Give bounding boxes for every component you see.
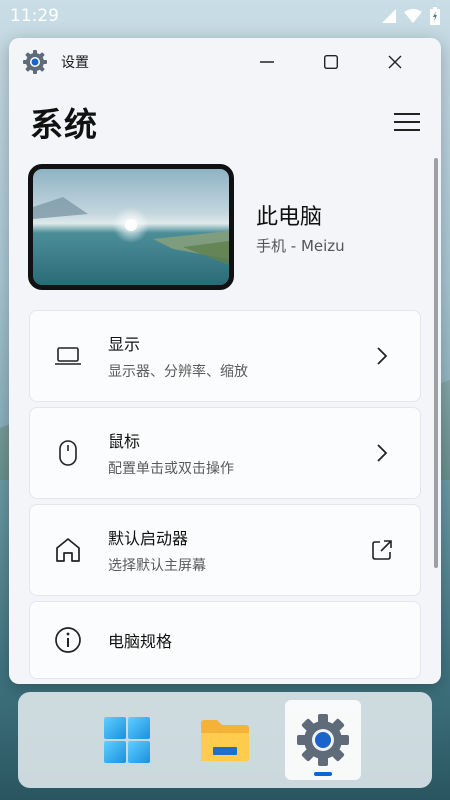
chevron-right-icon bbox=[368, 342, 396, 370]
laptop-icon bbox=[52, 340, 84, 372]
hamburger-menu-icon bbox=[394, 113, 420, 131]
settings-item-display[interactable]: 显示 显示器、分辨率、缩放 bbox=[29, 310, 421, 402]
wifi-icon bbox=[404, 9, 422, 23]
device-model: 手机 - Meizu bbox=[256, 236, 345, 255]
taskbar bbox=[18, 692, 432, 788]
window-controls bbox=[235, 38, 427, 86]
taskbar-settings-button[interactable] bbox=[285, 700, 361, 780]
device-wallpaper-preview bbox=[28, 164, 234, 290]
settings-item-subtitle: 配置单击或双击操作 bbox=[108, 461, 234, 477]
taskbar-file-explorer-button[interactable] bbox=[187, 700, 263, 780]
page-header: 系统 bbox=[9, 86, 441, 158]
chevron-right-icon bbox=[368, 439, 396, 467]
active-app-indicator bbox=[314, 772, 332, 776]
close-icon bbox=[388, 55, 402, 69]
minimize-button[interactable] bbox=[235, 38, 299, 86]
settings-item-mouse[interactable]: 鼠标 配置单击或双击操作 bbox=[29, 407, 421, 499]
scrollbar[interactable] bbox=[434, 158, 438, 568]
device-summary: 此电脑 手机 - Meizu bbox=[9, 158, 441, 296]
status-icons bbox=[382, 7, 440, 25]
start-icon bbox=[104, 717, 150, 763]
settings-item-subtitle: 选择默认主屏幕 bbox=[108, 558, 206, 574]
maximize-button[interactable] bbox=[299, 38, 363, 86]
minimize-icon bbox=[260, 61, 274, 63]
settings-gear-icon bbox=[23, 50, 47, 74]
home-icon bbox=[52, 534, 84, 566]
settings-item-title: 鼠标 bbox=[108, 432, 141, 451]
settings-item-title: 显示 bbox=[108, 335, 141, 354]
file-explorer-icon bbox=[201, 720, 249, 761]
settings-list: 显示 显示器、分辨率、缩放 鼠标 配置单击或双击操作 默认启动器 选择默认主屏幕… bbox=[9, 296, 441, 679]
battery-icon bbox=[430, 7, 440, 25]
menu-button[interactable] bbox=[393, 108, 421, 136]
settings-window: 设置 系统 此电脑 手机 - Meizu 显示 显示器、分辨率、缩放 鼠标 配置… bbox=[9, 38, 441, 684]
signal-icon bbox=[382, 9, 396, 23]
title-bar: 设置 bbox=[9, 38, 441, 86]
settings-item-subtitle: 显示器、分辨率、缩放 bbox=[108, 364, 248, 380]
close-button[interactable] bbox=[363, 38, 427, 86]
status-time: 11:29 bbox=[10, 6, 59, 26]
page-title: 系统 bbox=[30, 105, 98, 144]
info-icon bbox=[52, 624, 84, 656]
settings-item-title: 电脑规格 bbox=[108, 632, 173, 651]
maximize-icon bbox=[324, 55, 338, 69]
settings-item-pc-specs[interactable]: 电脑规格 bbox=[29, 601, 421, 679]
settings-item-title: 默认启动器 bbox=[108, 529, 189, 548]
open-external-icon bbox=[368, 536, 396, 564]
status-bar: 11:29 bbox=[0, 0, 450, 32]
settings-item-default-launcher[interactable]: 默认启动器 选择默认主屏幕 bbox=[29, 504, 421, 596]
device-name: 此电脑 bbox=[256, 204, 323, 230]
device-info: 此电脑 手机 - Meizu bbox=[256, 199, 345, 256]
taskbar-start-button[interactable] bbox=[89, 700, 165, 780]
window-title: 设置 bbox=[61, 55, 89, 71]
settings-icon bbox=[297, 714, 349, 766]
mouse-icon bbox=[52, 437, 84, 469]
